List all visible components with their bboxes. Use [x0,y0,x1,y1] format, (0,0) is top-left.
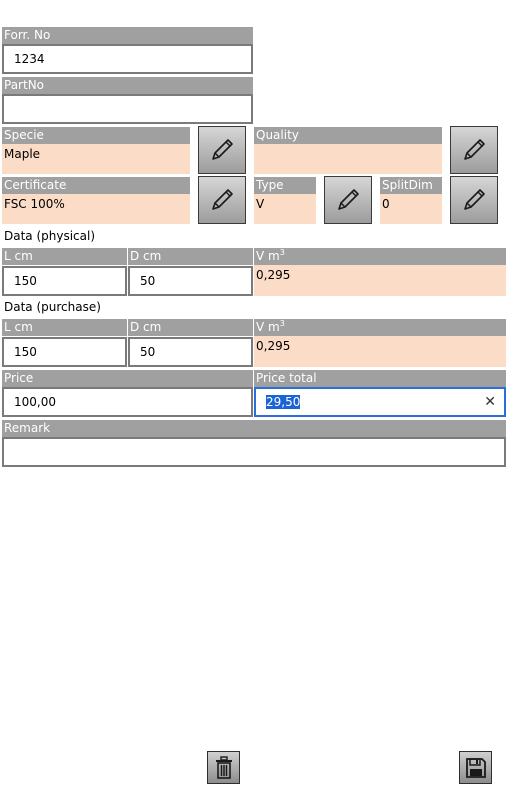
delete-button[interactable] [207,751,240,784]
price-total-selected-text: 29,50 [266,395,301,409]
purchase-v-label: V m3 [254,319,506,336]
save-icon [465,757,486,778]
part-no-input[interactable] [2,94,253,124]
price-label: Price [2,370,253,387]
certificate-edit-button[interactable] [198,176,246,224]
certificate-label: Certificate [2,177,190,194]
physical-d-label: D cm [128,248,253,265]
forr-no-input[interactable]: 1234 [2,44,253,74]
certificate-value: FSC 100% [2,194,190,224]
price-total-input[interactable]: 29,50 ✕ [254,387,506,417]
quality-label: Quality [254,127,442,144]
split-dim-label: SplitDim [380,177,442,194]
purchase-l-label: L cm [2,319,127,336]
specie-value: Maple [2,144,190,174]
pencil-icon [338,189,359,210]
physical-v-value: 0,295 [254,265,506,296]
purchase-l-input[interactable]: 150 [2,337,127,367]
part-no-label: PartNo [2,77,253,94]
remark-input[interactable] [2,437,506,467]
pencil-icon [464,189,485,210]
save-button[interactable] [459,751,492,784]
type-edit-button[interactable] [324,176,372,224]
purchase-d-label: D cm [128,319,253,336]
close-icon[interactable]: ✕ [484,389,496,415]
pencil-icon [212,139,233,160]
split-dim-edit-button[interactable] [450,176,498,224]
quality-value [254,144,442,174]
purchase-d-input[interactable]: 50 [128,337,253,367]
trash-icon [215,755,232,779]
physical-section-label: Data (physical) [4,229,96,243]
remark-label: Remark [2,420,506,437]
physical-v-label: V m3 [254,248,506,265]
type-label: Type [254,177,316,194]
price-input[interactable]: 100,00 [2,387,253,417]
physical-l-input[interactable]: 150 [2,266,127,296]
price-total-label: Price total [254,370,506,387]
purchase-section-label: Data (purchase) [4,300,101,314]
specie-edit-button[interactable] [198,126,246,174]
physical-l-label: L cm [2,248,127,265]
pencil-icon [464,139,485,160]
purchase-v-value: 0,295 [254,336,506,367]
split-dim-value: 0 [380,194,442,224]
forr-no-label: Forr. No [2,27,253,44]
physical-d-input[interactable]: 50 [128,266,253,296]
quality-edit-button[interactable] [450,126,498,174]
pencil-icon [212,189,233,210]
specie-label: Specie [2,127,190,144]
type-value: V [254,194,316,224]
